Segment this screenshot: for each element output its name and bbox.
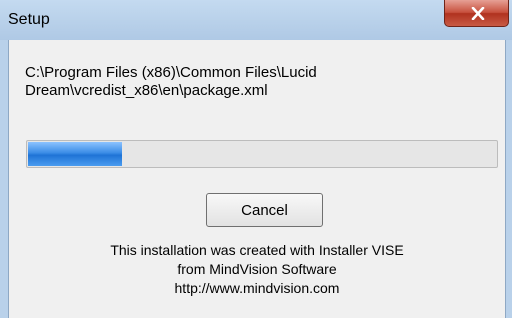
window-title: Setup	[8, 11, 50, 28]
close-x-icon	[471, 7, 485, 20]
progress-fill	[28, 142, 122, 166]
cancel-button[interactable]: Cancel	[206, 193, 323, 227]
path-line-1: C:\Program Files (x86)\Common Files\Luci…	[25, 64, 317, 81]
title-bar[interactable]: Setup	[0, 0, 512, 40]
setup-window: Setup C:\Program Files (x86)\Common File…	[0, 0, 512, 318]
close-button[interactable]	[444, 0, 509, 27]
path-line-2: Dream\vcredist_x86\en\package.xml	[25, 82, 268, 99]
credits-url: http://www.mindvision.com	[174, 280, 340, 296]
progress-bar	[26, 140, 498, 168]
status-file-path: C:\Program Files (x86)\Common Files\Luci…	[25, 64, 485, 100]
credits-line-1: This installation was created with Insta…	[110, 242, 404, 258]
dialog-body: C:\Program Files (x86)\Common Files\Luci…	[8, 40, 506, 318]
credits-line-2: from MindVision Software	[177, 261, 337, 277]
installer-credits: This installation was created with Insta…	[9, 241, 505, 298]
